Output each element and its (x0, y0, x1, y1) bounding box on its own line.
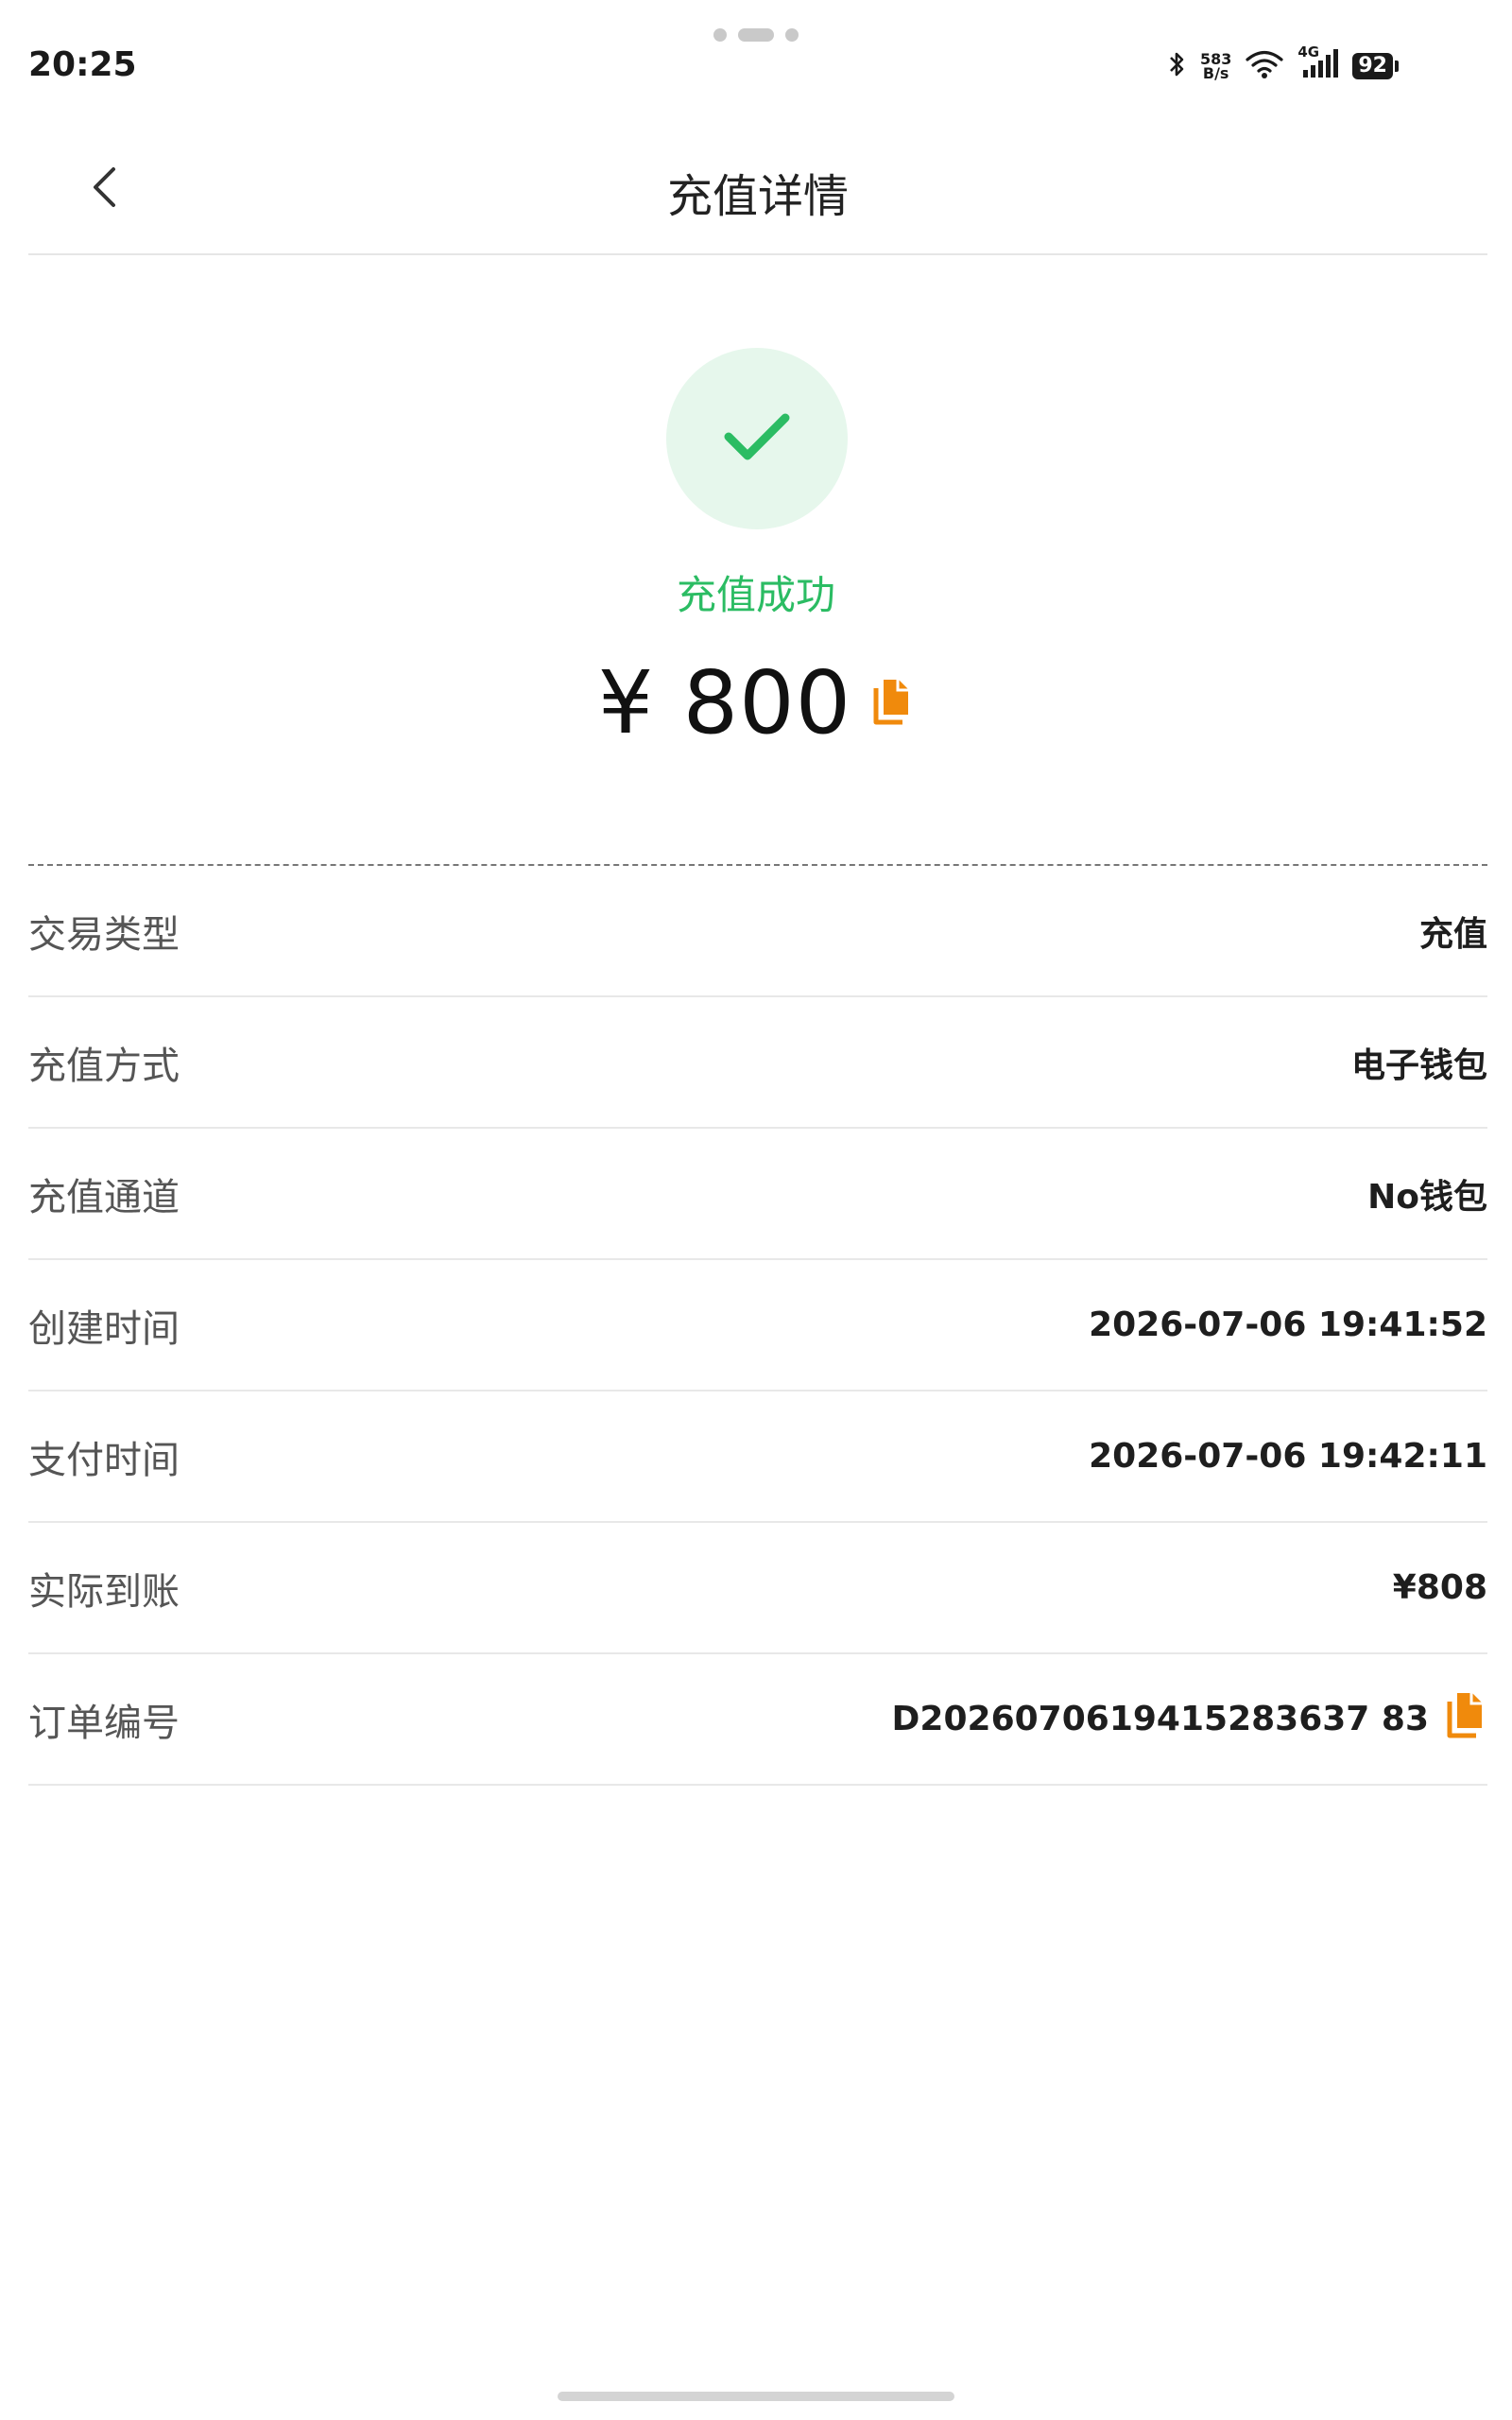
recharge-status: 充值成功 (676, 572, 835, 618)
detail-value: D2026070619415283637 83 (892, 1690, 1487, 1748)
page-title: 充值详情 (666, 170, 849, 223)
detail-value: 2026-07-06 19:41:52 (1089, 1305, 1487, 1344)
detail-label: 实际到账 (28, 1569, 180, 1614)
detail-row-created-time: 创建时间 2026-07-06 19:41:52 (28, 1260, 1487, 1392)
cellular-signal-icon: 4G (1297, 43, 1339, 83)
home-indicator[interactable] (558, 2392, 954, 2401)
detail-row-recharge-method: 充值方式 电子钱包 (28, 997, 1487, 1129)
copy-order-number-button[interactable] (1446, 1690, 1487, 1748)
detail-row-transaction-type: 交易类型 充值 (28, 866, 1487, 997)
status-time: 20:25 (28, 45, 137, 84)
copy-icon (1446, 1690, 1487, 1748)
copy-icon (872, 677, 914, 730)
detail-value: 2026-07-06 19:42:11 (1089, 1437, 1487, 1476)
detail-label: 充值方式 (28, 1044, 180, 1088)
detail-list: 交易类型 充值 充值方式 电子钱包 充值通道 No钱包 创建时间 2026-07… (28, 866, 1487, 1786)
detail-label: 交易类型 (28, 912, 180, 957)
wifi-icon (1245, 49, 1284, 83)
detail-row-actual-credited: 实际到账 ¥808 (28, 1523, 1487, 1654)
camera-indicator (713, 28, 799, 42)
detail-value: ¥808 (1392, 1568, 1487, 1607)
order-number: D2026070619415283637 83 (891, 1700, 1429, 1738)
detail-label: 订单编号 (28, 1701, 180, 1745)
bluetooth-icon (1166, 50, 1187, 82)
network-speed: 583 B/s (1199, 50, 1232, 82)
status-bar: 20:25 583 B/s 4G 92 (0, 0, 1512, 113)
detail-label: 支付时间 (28, 1438, 180, 1482)
navigation-bar: 充值详情 (28, 113, 1487, 255)
checkmark-icon (723, 410, 791, 467)
detail-value: 电子钱包 (1350, 1046, 1487, 1085)
detail-row-recharge-channel: 充值通道 No钱包 (28, 1129, 1487, 1260)
detail-label: 充值通道 (28, 1175, 180, 1219)
detail-row-payment-time: 支付时间 2026-07-06 19:42:11 (28, 1392, 1487, 1523)
amount-row: ¥ 800 (0, 652, 1512, 753)
detail-value: 充值 (1418, 914, 1487, 954)
recharge-amount: ¥ 800 (597, 652, 852, 753)
battery-icon: 92 (1352, 53, 1399, 79)
detail-row-order-number: 订单编号 D2026070619415283637 83 (28, 1654, 1487, 1786)
detail-label: 创建时间 (28, 1306, 180, 1351)
detail-value: No钱包 (1367, 1177, 1487, 1217)
success-badge (666, 348, 848, 529)
status-icons: 583 B/s 4G 92 (1166, 43, 1399, 85)
copy-amount-button[interactable] (872, 677, 914, 730)
